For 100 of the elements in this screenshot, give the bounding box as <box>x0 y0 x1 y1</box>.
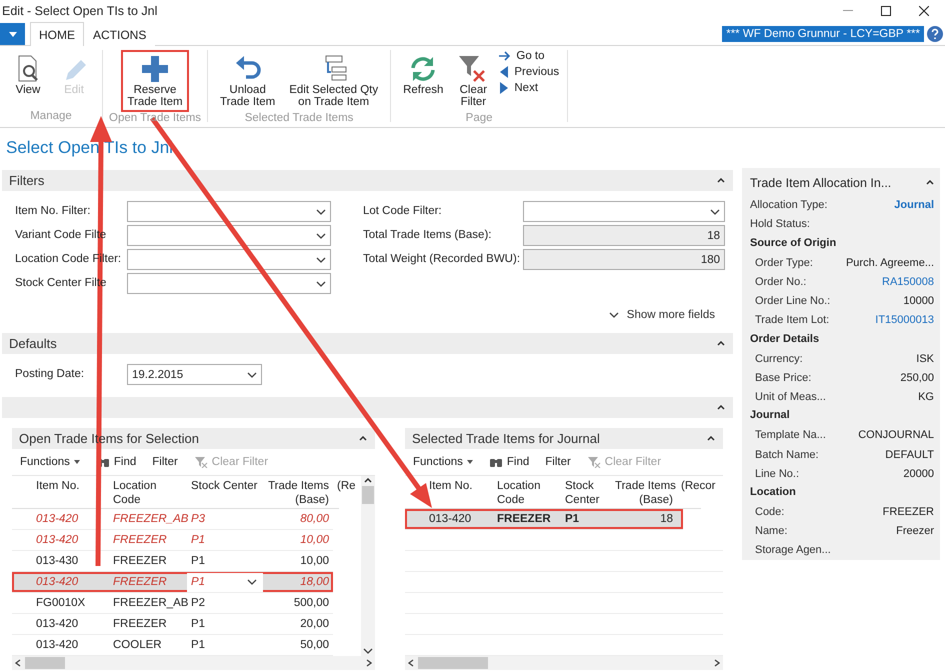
table-cell-text: 013-420 <box>35 534 80 546</box>
close-icon[interactable] <box>919 6 929 16</box>
column-header[interactable]: Item No. <box>425 479 493 493</box>
ribbon-button[interactable]: Go to <box>497 50 562 62</box>
scroll-left-icon[interactable] <box>408 659 414 667</box>
field-value: Freezer <box>896 525 934 538</box>
collapse-icon[interactable] <box>717 178 725 183</box>
chevron-down-icon <box>316 256 326 262</box>
field-label: Template Na... <box>755 429 826 442</box>
table-row[interactable]: 013-420 FREEZER P1 18 <box>405 509 683 530</box>
table-cell-text: P1 <box>190 639 206 651</box>
maximize-icon[interactable] <box>881 6 891 16</box>
ribbon-button[interactable]: View <box>8 52 48 108</box>
horizontal-scrollbar[interactable] <box>405 656 723 670</box>
column-header[interactable]: Location Code <box>109 479 187 507</box>
toolbar-button[interactable]: Functions <box>20 456 80 468</box>
left-triangle-icon <box>499 66 510 78</box>
ribbon-button[interactable]: Next <box>497 82 562 94</box>
minimize-icon[interactable] <box>843 10 853 12</box>
scroll-down-icon <box>363 648 373 654</box>
app-menu-button[interactable] <box>0 23 25 45</box>
collapse-icon[interactable] <box>926 180 934 186</box>
column-header[interactable]: Trade Items (Base) <box>611 479 677 507</box>
dropdown-field[interactable] <box>523 201 725 222</box>
field-label: Batch Name: <box>755 448 819 461</box>
table-cell-text: FREEZER <box>496 513 552 525</box>
table-cell-text: FREEZER <box>112 576 168 588</box>
field-label: Base Price: <box>755 372 812 384</box>
filter-clear-icon <box>586 456 601 468</box>
scroll-right-icon[interactable] <box>714 659 720 667</box>
vertical-scrollbar[interactable] <box>361 476 375 656</box>
column-header[interactable]: Item No. <box>32 479 109 493</box>
dropdown-field[interactable] <box>127 249 331 270</box>
field-label: Trade Item Lot: <box>755 314 830 326</box>
table-cell-text: P2 <box>190 597 206 609</box>
table-cell-text: 013-420 <box>428 513 472 525</box>
field-label: Code: <box>755 506 784 518</box>
chevron-down-icon <box>316 208 326 214</box>
toolbar-button[interactable]: Filter <box>545 456 571 468</box>
column-header[interactable]: (Recor <box>677 479 721 493</box>
collapse-icon[interactable] <box>717 405 725 410</box>
collapse-icon[interactable] <box>717 341 725 346</box>
table-cell-text: FREEZER <box>112 555 168 567</box>
toolbar-button[interactable]: Find <box>96 456 136 468</box>
ribbon-button[interactable]: Reserve Trade Item <box>121 50 189 112</box>
column-header[interactable]: (Re <box>333 479 359 493</box>
field-value: FREEZER <box>882 506 934 518</box>
ribbon-button[interactable]: Previous <box>497 66 562 78</box>
column-header[interactable]: Trade Items (Base) <box>263 479 333 507</box>
column-header[interactable]: Stock Center <box>187 479 263 493</box>
dropdown-field[interactable] <box>127 201 331 222</box>
ribbon-tab[interactable]: HOME <box>30 22 84 46</box>
field-label: Total Trade Items (Base): <box>363 228 492 243</box>
field-link[interactable]: Journal <box>894 199 934 212</box>
scroll-left-icon[interactable] <box>15 659 21 667</box>
stock-center-dropdown[interactable]: P1 <box>187 572 263 592</box>
part-title: Selected Trade Items for Journal <box>412 431 600 446</box>
field-label: Total Weight (Recorded BWU): <box>363 252 522 267</box>
ribbon-button[interactable]: Edit Selected Qty on Trade Item <box>285 52 382 110</box>
field-label: Storage Agen... <box>755 544 831 556</box>
field-value: CONJOURNAL <box>858 429 934 442</box>
table-cell-text: 10,00 <box>299 555 330 567</box>
table-cell-text: FG0010X <box>35 597 86 609</box>
help-icon[interactable] <box>927 26 943 42</box>
collapse-icon[interactable] <box>359 436 367 441</box>
scroll-up-icon[interactable] <box>364 478 372 483</box>
field-link[interactable]: RA150008 <box>882 276 934 288</box>
toolbar-button[interactable]: Filter <box>152 456 178 468</box>
field-value: DEFAULT <box>885 448 934 461</box>
ribbon-button[interactable]: Unload Trade Item <box>216 52 280 110</box>
chevron-down-icon <box>247 372 257 378</box>
field-label: Item No. Filter: <box>15 204 92 219</box>
date-field[interactable]: 19.2.2015 <box>127 364 262 385</box>
scroll-right-icon[interactable] <box>366 659 372 667</box>
dropdown-field[interactable] <box>127 225 331 246</box>
show-more-fields-link[interactable]: Show more fields <box>602 308 721 322</box>
ribbon-button[interactable]: Clear Filter <box>453 52 494 110</box>
filter-clear-icon <box>194 456 208 468</box>
table-cell-text: P3 <box>190 513 206 525</box>
field-link[interactable]: IT15000013 <box>875 314 934 326</box>
table-cell-text: 18 <box>659 513 674 525</box>
table-cell-text: 500,00 <box>292 597 330 609</box>
field-label: Name: <box>755 525 788 538</box>
readonly-field: 180 <box>523 249 725 270</box>
column-header[interactable]: Location Code <box>493 479 561 507</box>
scrollbar-thumb[interactable] <box>418 657 488 669</box>
field-value: 250,00 <box>900 372 934 384</box>
ribbon-button[interactable]: Refresh <box>399 52 448 110</box>
horizontal-scrollbar[interactable] <box>12 656 375 670</box>
toolbar-button[interactable]: Find <box>488 456 530 468</box>
scrollbar-thumb[interactable] <box>25 657 65 669</box>
scrollbar-thumb[interactable] <box>362 486 374 504</box>
table-cell-text: 80,00 <box>299 513 330 525</box>
table-row[interactable]: 013-420 FREEZER P1 18,00 <box>12 572 333 593</box>
collapse-icon[interactable] <box>707 436 715 441</box>
dropdown-field[interactable] <box>127 273 331 294</box>
column-header[interactable]: Stock Center <box>561 479 611 507</box>
toolbar-button[interactable]: Functions <box>413 456 473 468</box>
table-cell-text: 013-420 <box>35 576 80 588</box>
table-cell-text: 10,00 <box>299 534 330 546</box>
